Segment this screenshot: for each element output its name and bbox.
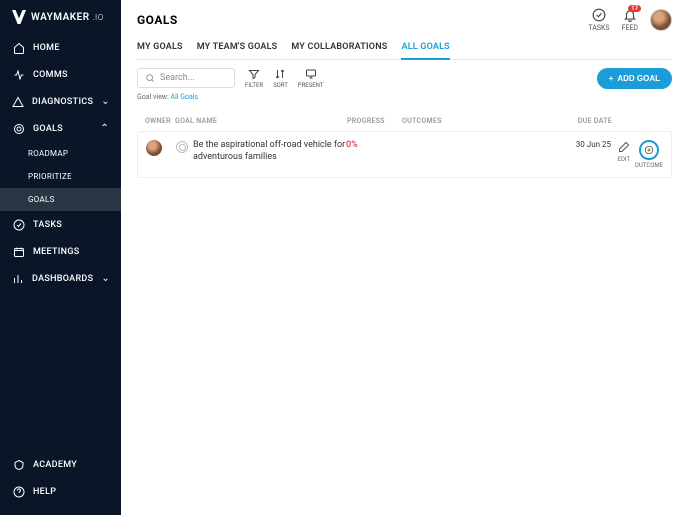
shield-icon — [12, 458, 25, 471]
page-title: GOALS — [137, 13, 178, 27]
edit-label: EDIT — [618, 156, 630, 163]
plus-icon: + — [609, 74, 614, 83]
tab-all-goals[interactable]: ALL GOALS — [401, 38, 449, 60]
check-icon — [592, 8, 606, 22]
nav-diagnostics-label: DIAGNOSTICS — [32, 97, 93, 107]
header-tasks-label: TASKS — [588, 24, 609, 32]
add-goal-label: ADD GOAL — [617, 74, 660, 83]
nav-diagnostics[interactable]: DIAGNOSTICS ⌄ — [0, 88, 121, 115]
nav-academy[interactable]: ACADEMY — [0, 451, 121, 478]
sort-tool[interactable]: SORT — [273, 68, 288, 89]
nav-home[interactable]: HOME — [0, 34, 121, 61]
search-input[interactable]: Search... — [137, 68, 235, 88]
nav-roadmap-label: ROADMAP — [28, 149, 68, 158]
tab-my-goals[interactable]: MY GOALS — [137, 38, 183, 59]
chevron-up-icon: ⌃ — [100, 123, 109, 134]
col-due: DUE DATE — [552, 117, 612, 125]
add-goal-button[interactable]: + ADD GOAL — [597, 68, 672, 89]
view-label: Goal view: — [137, 93, 171, 101]
sort-label: SORT — [273, 82, 288, 89]
nav-prioritize[interactable]: PRIORITIZE — [0, 165, 121, 188]
nav-home-label: HOME — [33, 43, 60, 53]
nav-dashboards-label: DASHBOARDS — [32, 274, 93, 284]
outcome-action[interactable]: OUTCOME — [635, 140, 663, 169]
present-label: PRESENT — [298, 82, 324, 89]
target-icon — [12, 122, 25, 135]
nav-goals[interactable]: GOALS ⌃ — [0, 115, 121, 142]
nav-goals-sub-label: GOALS — [28, 195, 55, 204]
header-tasks[interactable]: TASKS — [588, 8, 609, 32]
header-feed-label: FEED — [622, 24, 638, 32]
check-icon — [12, 218, 25, 231]
chevron-down-icon: ⌄ — [101, 273, 110, 284]
user-avatar[interactable] — [650, 9, 672, 31]
brand-name: WAYMAKER — [31, 12, 90, 23]
nav-roadmap[interactable]: ROADMAP — [0, 142, 121, 165]
filter-label: FILTER — [245, 82, 263, 89]
nav-prioritize-label: PRIORITIZE — [28, 172, 72, 181]
goal-row[interactable]: Be the aspirational off-road vehicle for… — [137, 131, 672, 178]
nav-academy-label: ACADEMY — [33, 460, 77, 470]
nav-tasks[interactable]: TASKS — [0, 211, 121, 238]
activity-icon — [12, 68, 25, 81]
search-placeholder: Search... — [160, 73, 195, 83]
home-icon — [12, 41, 25, 54]
waymaker-logo-icon — [12, 10, 26, 24]
goal-due: 30 Jun 25 — [551, 140, 611, 149]
nav-comms-label: COMMS — [33, 70, 68, 80]
add-outcome-icon — [639, 140, 659, 160]
nav-meetings[interactable]: MEETINGS — [0, 238, 121, 265]
search-icon — [145, 73, 155, 83]
nav-goals-sub[interactable]: GOALS — [0, 188, 121, 211]
goal-view-line: Goal view: All Goals — [137, 93, 672, 101]
present-icon — [304, 68, 318, 80]
col-progress: PROGRESS — [347, 117, 402, 125]
edit-icon — [617, 140, 631, 154]
present-tool[interactable]: PRESENT — [298, 68, 324, 89]
col-goal-name: GOAL NAME — [175, 117, 347, 125]
col-owner: OWNER — [145, 117, 175, 125]
feed-badge: 17 — [628, 5, 641, 12]
owner-avatar — [146, 140, 162, 156]
goal-progress: 0% — [346, 140, 401, 150]
brand-suffix: .IO — [93, 13, 104, 22]
goal-target-icon — [176, 141, 188, 153]
nav-meetings-label: MEETINGS — [33, 247, 80, 257]
nav-dashboards[interactable]: DASHBOARDS ⌄ — [0, 265, 121, 292]
nav-help[interactable]: HELP — [0, 478, 121, 505]
tab-team-goals[interactable]: MY TEAM'S GOALS — [197, 38, 278, 59]
sort-icon — [273, 68, 287, 80]
col-outcomes: OUTCOMES — [402, 117, 552, 125]
view-value[interactable]: All Goals — [171, 93, 199, 101]
nav-tasks-label: TASKS — [33, 220, 62, 230]
goal-name-text: Be the aspirational off-road vehicle for… — [193, 140, 346, 163]
nav-goals-label: GOALS — [33, 124, 63, 134]
triangle-icon — [12, 95, 24, 108]
brand-logo: WAYMAKER.IO — [0, 0, 121, 34]
help-icon — [12, 485, 25, 498]
calendar-icon — [12, 245, 25, 258]
header-feed[interactable]: 17 FEED — [622, 8, 638, 32]
outcome-label: OUTCOME — [635, 162, 663, 169]
bars-icon — [12, 272, 24, 285]
filter-tool[interactable]: FILTER — [245, 68, 263, 89]
filter-icon — [247, 68, 261, 80]
nav-comms[interactable]: COMMS — [0, 61, 121, 88]
tab-collaborations[interactable]: MY COLLABORATIONS — [291, 38, 387, 59]
edit-action[interactable]: EDIT — [617, 140, 631, 169]
chevron-down-icon: ⌄ — [101, 96, 110, 107]
table-header: OWNER GOAL NAME PROGRESS OUTCOMES DUE DA… — [137, 115, 672, 127]
nav-help-label: HELP — [33, 487, 56, 497]
